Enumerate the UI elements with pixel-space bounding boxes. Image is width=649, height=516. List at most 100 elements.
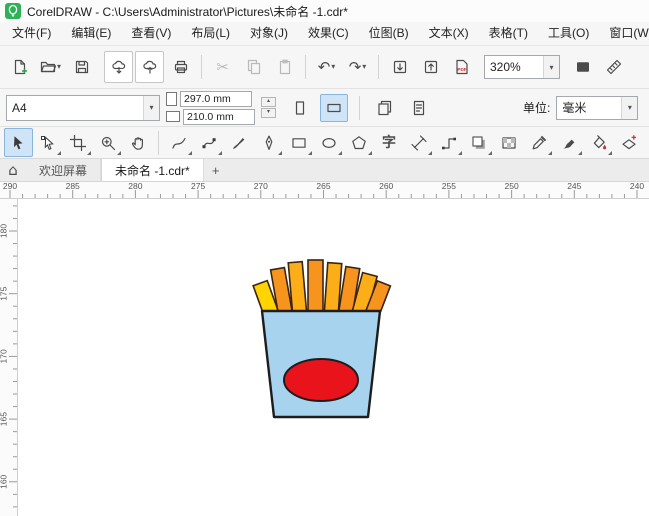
chevron-down-icon[interactable]: ▾ <box>57 63 61 71</box>
chevron-down-icon: ▾ <box>543 56 559 78</box>
menu-window[interactable]: 窗口(W) <box>599 22 649 45</box>
polygon-icon <box>351 135 367 151</box>
crop-tool[interactable] <box>64 128 93 157</box>
canvas[interactable] <box>18 199 649 516</box>
smart-fill-tool[interactable] <box>615 128 644 157</box>
ellipse-tool[interactable] <box>315 128 344 157</box>
save-button[interactable] <box>67 51 96 83</box>
smart-fill-icon <box>621 134 637 151</box>
freehand-tool[interactable] <box>165 128 194 157</box>
horizontal-ruler[interactable]: 290 285 280 275 270 265 260 255 250 245 240 <box>0 182 649 199</box>
svg-text:240: 240 <box>630 182 644 191</box>
dimension-icon <box>411 134 427 151</box>
text-tool[interactable]: 字 <box>375 128 404 157</box>
all-pages-button[interactable] <box>371 94 399 122</box>
menu-bar: 文件(F) 编辑(E) 查看(V) 布局(L) 对象(J) 效果(C) 位图(B) 文本(X)… <box>0 22 649 46</box>
step-up-icon[interactable]: ▴ <box>261 97 276 107</box>
svg-text:290: 290 <box>3 182 17 191</box>
page-size-combobox[interactable]: A4 ▾ <box>6 94 160 121</box>
pen-tool[interactable] <box>255 128 284 157</box>
text-icon: 字 <box>382 134 396 151</box>
new-tab-button[interactable]: + <box>204 159 228 181</box>
show-rulers-button[interactable] <box>599 51 628 83</box>
undo-button[interactable]: ↶ ▾ <box>312 51 341 83</box>
pan-icon <box>130 135 146 151</box>
chevron-down-icon[interactable]: ▾ <box>362 63 366 71</box>
interactive-fill-tool[interactable] <box>585 128 614 157</box>
drop-shadow-tool[interactable] <box>465 128 494 157</box>
window-title: CorelDRAW - C:\Users\Administrator\Pictu… <box>27 4 348 19</box>
tab-welcome-screen[interactable]: 欢迎屏幕 <box>26 159 102 181</box>
french-fries-drawing[interactable] <box>18 199 649 516</box>
page-width-field[interactable]: 297.0 mm <box>180 90 252 107</box>
step-down-icon[interactable]: ▾ <box>261 108 276 118</box>
color-eyedropper-tool[interactable] <box>525 128 554 157</box>
connector-tool[interactable] <box>435 128 464 157</box>
rulers-icon <box>606 59 622 75</box>
shadow-icon <box>471 135 487 151</box>
chevron-down-icon: ▾ <box>621 96 638 119</box>
menu-file[interactable]: 文件(F) <box>2 22 61 45</box>
menu-view[interactable]: 查看(V) <box>121 22 181 45</box>
shape-tool[interactable] <box>34 128 63 157</box>
page-width-icon <box>166 91 177 106</box>
fry[interactable] <box>307 259 324 318</box>
svg-text:160: 160 <box>0 474 9 488</box>
transparency-tool[interactable] <box>495 128 524 157</box>
landscape-button[interactable] <box>320 93 348 122</box>
outline-pen-tool[interactable] <box>555 128 584 157</box>
pick-tool[interactable] <box>3 128 33 157</box>
dimension-stepper[interactable]: ▴ ▾ <box>261 97 276 118</box>
portrait-icon <box>292 100 308 116</box>
rectangle-icon <box>291 135 307 151</box>
pdf-button[interactable]: PDF <box>447 51 476 83</box>
redo-button[interactable]: ↷ ▾ <box>343 51 372 83</box>
import-button[interactable] <box>385 51 414 83</box>
connector-icon <box>441 135 457 151</box>
redo-icon: ↷ <box>348 57 362 76</box>
bezier-tool[interactable] <box>195 128 224 157</box>
menu-layout[interactable]: 布局(L) <box>181 22 240 45</box>
pick-icon <box>10 135 26 151</box>
menu-edit[interactable]: 编辑(E) <box>61 22 121 45</box>
portrait-button[interactable] <box>286 94 314 122</box>
box-logo-ellipse[interactable] <box>283 358 359 402</box>
current-page-button[interactable] <box>405 94 433 122</box>
svg-text:260: 260 <box>379 182 393 191</box>
chevron-down-icon[interactable]: ▾ <box>331 63 335 71</box>
new-doc-icon <box>12 59 28 75</box>
polygon-tool[interactable] <box>345 128 374 157</box>
open-from-cloud-button[interactable] <box>104 51 133 83</box>
tab-untitled-1[interactable]: 未命名 -1.cdr* <box>101 159 204 181</box>
menu-text[interactable]: 文本(X) <box>419 22 479 45</box>
save-icon <box>74 59 90 75</box>
property-bar: A4 ▾ 297.0 mm 210.0 mm ▴ ▾ 单位: 毫米 ▾ <box>0 89 649 127</box>
artistic-media-tool[interactable] <box>225 128 254 157</box>
home-button[interactable]: ⌂ <box>0 159 26 181</box>
rectangle-tool[interactable] <box>285 128 314 157</box>
home-icon: ⌂ <box>8 160 18 179</box>
menu-effects[interactable]: 效果(C) <box>298 22 359 45</box>
svg-text:265: 265 <box>316 182 330 191</box>
menu-bitmaps[interactable]: 位图(B) <box>359 22 419 45</box>
dimension-tool[interactable] <box>405 128 434 157</box>
outline-pen-icon <box>561 135 577 151</box>
vertical-ruler[interactable]: 180 175 170 165 160 <box>0 199 18 516</box>
cloud-upload-icon <box>142 59 158 75</box>
menu-table[interactable]: 表格(T) <box>479 22 538 45</box>
zoom-level-combobox[interactable]: 320% ▾ <box>484 55 560 79</box>
units-combobox[interactable]: 毫米 ▾ <box>556 95 639 120</box>
pan-tool[interactable] <box>124 128 153 157</box>
open-button[interactable]: ▾ <box>36 51 65 83</box>
export-button[interactable] <box>416 51 445 83</box>
page-height-field[interactable]: 210.0 mm <box>183 108 255 125</box>
zoom-tool[interactable] <box>94 128 123 157</box>
current-page-icon <box>411 100 427 116</box>
print-button[interactable] <box>166 51 195 83</box>
menu-object[interactable]: 对象(J) <box>240 22 298 45</box>
save-to-cloud-button[interactable] <box>135 51 164 83</box>
menu-tools[interactable]: 工具(O) <box>538 22 599 45</box>
fullscreen-preview-button[interactable] <box>568 51 597 83</box>
fill-icon <box>591 134 607 151</box>
new-document-button[interactable] <box>5 51 34 83</box>
